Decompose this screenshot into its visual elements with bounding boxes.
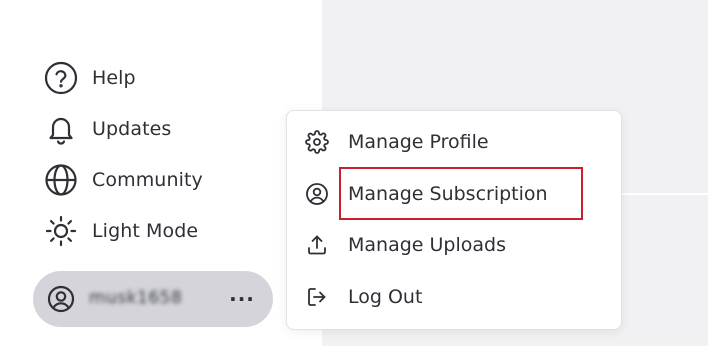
sidebar-item-label: Help — [92, 67, 136, 89]
account-menu: Manage Profile Manage Subscription Manag… — [286, 110, 622, 330]
sidebar-item-label: Light Mode — [92, 220, 199, 242]
sidebar-item-light-mode[interactable]: Light Mode — [44, 213, 198, 249]
sidebar-item-label: Updates — [92, 118, 172, 140]
upload-icon — [303, 231, 331, 259]
user-account-button[interactable]: musk1658 ··· — [33, 271, 273, 327]
sidebar-item-help[interactable]: Help — [44, 60, 136, 96]
sidebar-item-label: Community — [92, 169, 203, 191]
menu-item-label: Log Out — [348, 286, 423, 308]
sun-icon — [44, 214, 78, 248]
sidebar: Help Updates Community Light Mode musk16… — [0, 0, 322, 346]
sidebar-item-community[interactable]: Community — [44, 162, 203, 198]
help-circle-icon — [44, 61, 78, 95]
user-circle-icon — [303, 180, 331, 208]
menu-item-manage-uploads[interactable]: Manage Uploads — [303, 225, 603, 265]
menu-item-label: Manage Uploads — [348, 234, 506, 256]
sidebar-item-updates[interactable]: Updates — [44, 111, 171, 147]
logout-icon — [303, 283, 331, 311]
menu-item-label: Manage Profile — [348, 131, 489, 153]
user-avatar-icon — [47, 285, 75, 313]
menu-item-manage-profile[interactable]: Manage Profile — [303, 122, 603, 162]
more-options-button[interactable]: ··· — [226, 283, 258, 315]
highlight-box — [339, 167, 583, 220]
username: musk1658 — [89, 288, 183, 308]
globe-icon — [44, 163, 78, 197]
bell-icon — [44, 112, 78, 146]
menu-item-log-out[interactable]: Log Out — [303, 277, 603, 317]
gear-icon — [303, 128, 331, 156]
